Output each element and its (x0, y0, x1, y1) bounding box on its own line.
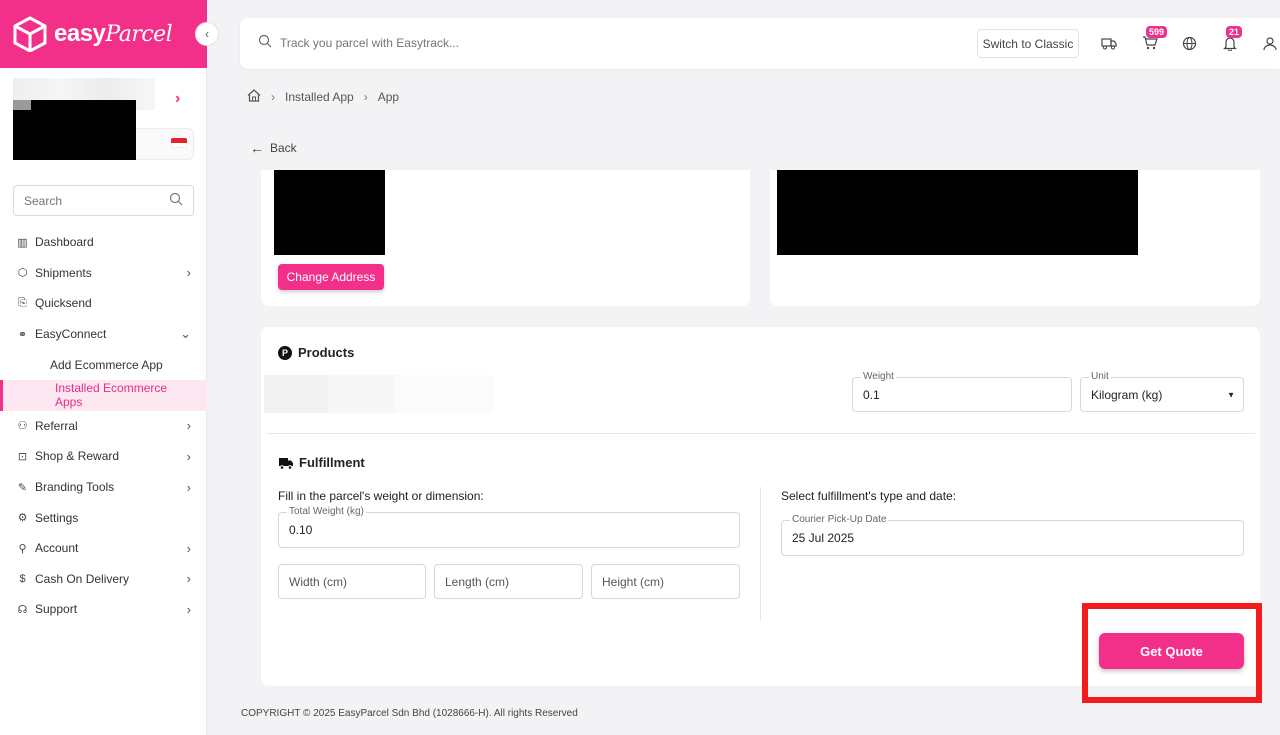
box-icon: ⬡ (17, 267, 28, 280)
link-icon: ⚭ (17, 328, 28, 341)
user-icon[interactable] (1261, 34, 1279, 52)
logo-bar[interactable]: easyParcel (0, 0, 207, 68)
users-icon: ⚇ (17, 420, 28, 433)
sidebar-nav: ▥ Dashboard ⬡ Shipments › ⎘ Quicksend ⚭ EasyC… (0, 227, 207, 625)
chevron-right-icon: › (186, 418, 191, 434)
product-name-redacted (264, 375, 494, 413)
account-card[interactable]: › (13, 78, 194, 160)
get-quote-button[interactable]: Get Quote (1099, 633, 1244, 669)
sidebar-item-referral[interactable]: ⚇ Referral › (0, 411, 207, 442)
sidebar-item-quicksend[interactable]: ⎘ Quicksend (0, 288, 207, 319)
user-icon: ⚲ (18, 542, 27, 555)
cart-icon[interactable]: 599 (1141, 26, 1168, 52)
chevron-down-icon: ⌄ (180, 326, 191, 342)
track-search[interactable] (258, 34, 580, 51)
breadcrumb-app: App (377, 90, 400, 104)
brand-logo-text: easyParcel (54, 20, 173, 47)
bag-icon: ⊡ (17, 450, 28, 463)
change-address-button[interactable]: Change Address (278, 264, 384, 290)
sidebar-search[interactable] (13, 185, 194, 216)
truck-icon[interactable] (1100, 34, 1118, 52)
home-icon[interactable] (247, 89, 261, 105)
box-logo-icon (12, 16, 48, 53)
cart-count-badge: 599 (1146, 26, 1168, 38)
truck-icon (278, 456, 294, 470)
footer-copyright: COPYRIGHT © 2025 EasyParcel Sdn Bhd (102… (241, 708, 578, 719)
track-search-input[interactable] (280, 35, 580, 50)
products-section-title: P Products (278, 345, 354, 360)
unit-select[interactable]: Unit Kilogram (kg) ▼ (1080, 371, 1244, 412)
chevron-right-icon: › (186, 448, 191, 464)
sidebar-item-shipments[interactable]: ⬡ Shipments › (0, 258, 207, 289)
brush-icon: ✎ (17, 481, 28, 494)
pickup-date-field[interactable]: Courier Pick-Up Date 25 Jul 2025 (781, 514, 1244, 556)
width-input[interactable]: Width (cm) (278, 564, 426, 599)
topbar: Switch to Classic 599 21 (240, 18, 1280, 69)
length-input[interactable]: Length (cm) (434, 564, 583, 599)
chart-icon: ▥ (17, 236, 28, 249)
sidebar-item-account[interactable]: ⚲ Account › (0, 533, 207, 564)
caret-down-icon: ▼ (1227, 390, 1235, 399)
dollar-icon: $ (19, 572, 26, 585)
total-weight-field[interactable]: Total Weight (kg) 0.10 (278, 506, 740, 548)
account-details-redacted (13, 100, 136, 160)
sidebar-item-branding-tools[interactable]: ✎ Branding Tools › (0, 472, 207, 503)
chevron-right-icon: › (186, 571, 191, 587)
sidebar-item-shop-reward[interactable]: ⊡ Shop & Reward › (0, 441, 207, 472)
height-input[interactable]: Height (cm) (591, 564, 740, 599)
breadcrumb: › Installed App › App (247, 89, 399, 105)
search-icon (258, 34, 272, 51)
gear-icon: ⚙ (17, 512, 28, 525)
back-button[interactable]: ← Back (250, 140, 297, 156)
sidebar-item-settings[interactable]: ⚙ Settings (0, 502, 207, 533)
collapse-sidebar-button[interactable]: ‹ (195, 22, 219, 46)
sidebar-item-add-ecommerce-app[interactable]: Add Ecommerce App (0, 349, 207, 380)
chevron-right-icon[interactable]: › (175, 90, 180, 108)
products-icon: P (278, 345, 292, 360)
chevron-right-icon: › (186, 601, 191, 617)
fulfillment-section-title: Fulfillment (278, 455, 365, 470)
sidebar-item-easyconnect[interactable]: ⚭ EasyConnect ⌄ (0, 319, 207, 350)
sidebar-item-dashboard[interactable]: ▥ Dashboard (0, 227, 207, 258)
fulfillment-type-prompt: Select fulfillment's type and date: (781, 489, 957, 503)
send-icon: ⎘ (18, 296, 27, 309)
receiver-address-redacted (777, 170, 1138, 255)
chevron-right-icon: › (363, 90, 368, 104)
chevron-right-icon: › (271, 90, 275, 104)
chevron-left-icon: ‹ (205, 27, 209, 41)
headset-icon: ☊ (17, 603, 28, 616)
globe-icon[interactable] (1180, 34, 1198, 52)
singapore-flag-icon (171, 138, 187, 148)
sidebar-item-cash-on-delivery[interactable]: $ Cash On Delivery › (0, 564, 207, 595)
sender-address-redacted (274, 170, 385, 255)
sidebar-search-input[interactable] (24, 193, 164, 208)
weight-field[interactable]: Weight 0.1 (852, 371, 1072, 412)
sidebar: easyParcel ‹ › ▥Dashboard ⬡Shipments› ⎘Q… (0, 0, 219, 735)
country-selector[interactable] (136, 128, 194, 160)
sidebar-item-installed-ecommerce-apps[interactable]: Installed Ecommerce Apps (0, 379, 207, 411)
breadcrumb-installed-app[interactable]: Installed App (285, 90, 354, 104)
search-icon (169, 192, 183, 209)
bell-icon[interactable]: 21 (1221, 26, 1243, 52)
switch-to-classic-button[interactable]: Switch to Classic (977, 29, 1079, 58)
chevron-right-icon: › (186, 479, 191, 495)
chevron-right-icon: › (186, 540, 191, 556)
arrow-left-icon: ← (250, 140, 264, 156)
sidebar-item-support[interactable]: ☊ Support › (0, 594, 207, 625)
dimension-prompt: Fill in the parcel's weight or dimension… (278, 489, 484, 503)
chevron-right-icon: › (186, 265, 191, 281)
notification-count-badge: 21 (1226, 26, 1243, 38)
